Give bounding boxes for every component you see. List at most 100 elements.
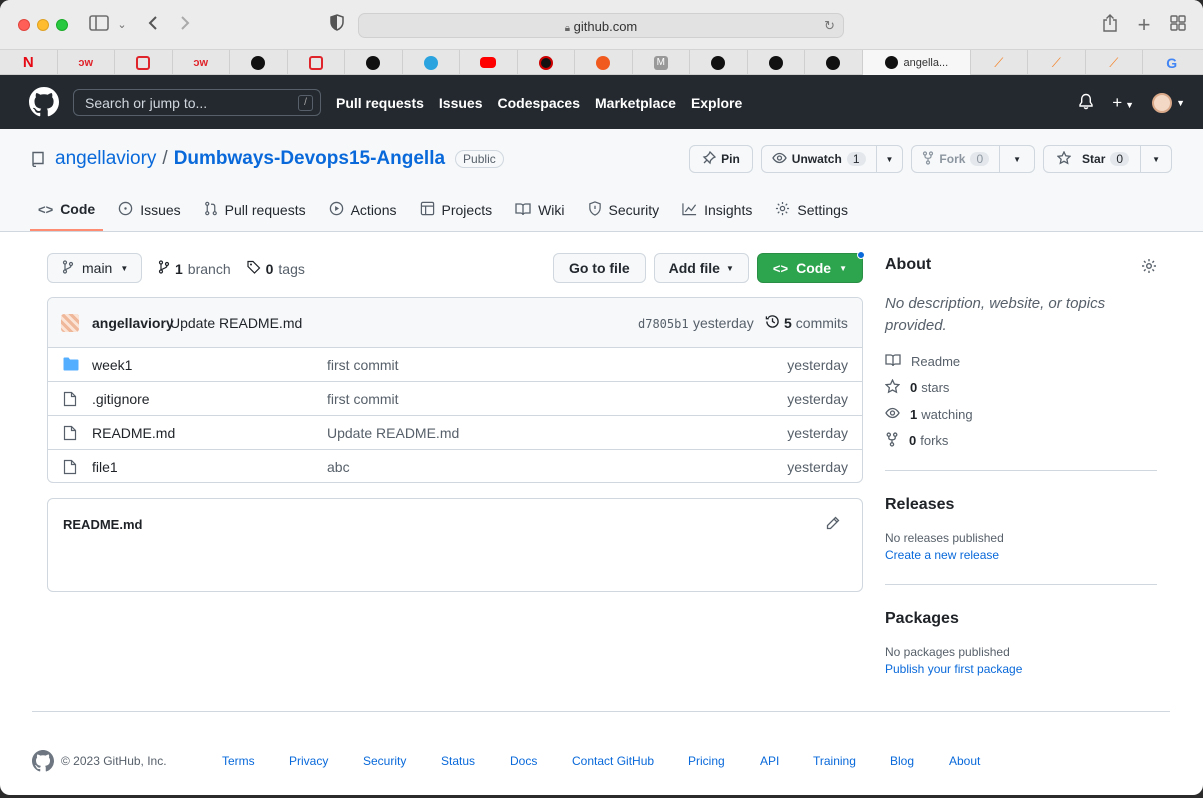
back-button[interactable] (144, 14, 162, 36)
code-button[interactable]: <> Code ▼ (756, 251, 865, 283)
tab-stackoverflow-2[interactable]: ⟋ (1028, 50, 1086, 75)
star-button[interactable]: Star 0 ▼ (1043, 145, 1172, 173)
create-new-dropdown[interactable]: + ▼ (1112, 93, 1134, 113)
readme-title[interactable]: README.md (63, 517, 142, 532)
branch-selector-button[interactable]: main ▼ (47, 253, 142, 283)
footer-link-docs[interactable]: Docs (510, 754, 537, 768)
tab-dev[interactable] (115, 50, 173, 75)
watch-dropdown[interactable]: ▼ (875, 146, 903, 172)
releases-heading[interactable]: Releases (885, 496, 1157, 514)
file-name[interactable]: week1 (92, 357, 132, 373)
file-name[interactable]: README.md (92, 425, 175, 441)
tab-issues[interactable]: Issues (110, 191, 188, 231)
file-commit-message[interactable]: first commit (327, 357, 399, 373)
footer-link-api[interactable]: API (760, 754, 779, 768)
repo-name-link[interactable]: Dumbways-Devops15-Angella (174, 148, 445, 170)
forks-link[interactable]: 0 forks (885, 428, 1157, 455)
footer-link-terms[interactable]: Terms (222, 754, 255, 768)
footer-link-pricing[interactable]: Pricing (688, 754, 725, 768)
watching-link[interactable]: 1 watching (885, 401, 1157, 428)
privacy-shield-icon[interactable] (328, 14, 346, 36)
tab-insights[interactable]: Insights (674, 191, 760, 231)
tab-m[interactable]: M (633, 50, 690, 75)
commit-sha[interactable]: d7805b1 (638, 317, 689, 331)
tab-github-4[interactable] (748, 50, 805, 75)
tab-dumbways-2[interactable]: ɔw (173, 50, 230, 75)
chevron-down-icon[interactable]: ⌄ (116, 14, 128, 36)
new-tab-icon[interactable]: + (1134, 14, 1154, 36)
fork-button[interactable]: Fork 0 ▼ (911, 145, 1036, 173)
tab-projects[interactable]: Projects (412, 191, 501, 231)
nav-issues[interactable]: Issues (439, 95, 483, 111)
tab-google[interactable]: G (1143, 50, 1201, 75)
nav-pull-requests[interactable]: Pull requests (336, 95, 424, 111)
file-name[interactable]: file1 (92, 459, 118, 475)
stars-link[interactable]: 0 stars (884, 375, 1157, 402)
file-row[interactable]: file1 abc yesterday (48, 450, 862, 482)
tab-wiki[interactable]: Wiki (507, 191, 572, 231)
sidebar-toggle-icon[interactable] (88, 14, 110, 36)
tab-overview-icon[interactable] (1168, 14, 1188, 36)
fork-dropdown[interactable]: ▼ (999, 146, 1034, 172)
tab-dots[interactable] (575, 50, 633, 75)
add-file-button[interactable]: Add file ▼ (653, 253, 749, 283)
tab-stackoverflow-3[interactable]: ⟋ (1086, 50, 1143, 75)
tab-dumbways[interactable]: ɔw (58, 50, 115, 75)
star-dropdown[interactable]: ▼ (1140, 146, 1171, 172)
repo-owner-link[interactable]: angellaviory (55, 148, 156, 170)
file-commit-message[interactable]: abc (327, 459, 350, 475)
readme-link[interactable]: Readme (885, 348, 1157, 375)
github-logo-icon[interactable] (29, 87, 59, 117)
commit-message[interactable]: Update README.md (170, 315, 302, 331)
nav-marketplace[interactable]: Marketplace (595, 95, 676, 111)
address-bar[interactable]: 🔒︎ github.com ↻ (358, 13, 844, 38)
file-row[interactable]: week1 first commit yesterday (48, 348, 862, 382)
nav-explore[interactable]: Explore (691, 95, 742, 111)
bell-icon[interactable] (1078, 93, 1094, 113)
tab-youtube[interactable] (460, 50, 518, 75)
close-window-button[interactable] (18, 19, 30, 31)
packages-heading[interactable]: Packages (885, 610, 1157, 628)
github-logo-icon[interactable] (32, 750, 54, 775)
go-to-file-button[interactable]: Go to file (552, 253, 646, 283)
tab-github-3[interactable] (690, 50, 748, 75)
footer-link-security[interactable]: Security (363, 754, 406, 768)
create-release-link[interactable]: Create a new release (885, 548, 1157, 562)
tab-telegram[interactable] (403, 50, 460, 75)
footer-link-contact[interactable]: Contact GitHub (572, 754, 654, 768)
reload-icon[interactable]: ↻ (824, 18, 835, 34)
footer-link-blog[interactable]: Blog (890, 754, 914, 768)
tab-github-2[interactable] (345, 50, 403, 75)
file-commit-message[interactable]: Update README.md (327, 425, 459, 441)
branches-link[interactable]: 1 branch (158, 260, 231, 277)
share-icon[interactable] (1100, 14, 1120, 36)
file-row[interactable]: README.md Update README.md yesterday (48, 416, 862, 450)
file-commit-message[interactable]: first commit (327, 391, 399, 407)
footer-link-about[interactable]: About (949, 754, 980, 768)
zoom-window-button[interactable] (56, 19, 68, 31)
file-name[interactable]: .gitignore (92, 391, 150, 407)
tab-dev-2[interactable] (288, 50, 345, 75)
forward-button[interactable] (176, 14, 194, 36)
nav-codespaces[interactable]: Codespaces (498, 95, 580, 111)
tab-github[interactable] (230, 50, 288, 75)
footer-link-privacy[interactable]: Privacy (289, 754, 328, 768)
tab-active[interactable]: angella... (862, 50, 971, 75)
avatar-dropdown[interactable]: ▼ (1152, 93, 1185, 113)
pencil-icon[interactable] (826, 516, 840, 533)
tab-actions[interactable]: Actions (321, 191, 405, 231)
unwatch-button[interactable]: Unwatch 1 ▼ (760, 145, 904, 173)
gear-icon[interactable] (1141, 258, 1157, 277)
pin-button[interactable]: Pin (689, 145, 753, 173)
tab-pull-requests[interactable]: Pull requests (196, 191, 314, 231)
tab-stackoverflow[interactable]: ⟋ (971, 50, 1028, 75)
tab-security[interactable]: Security (580, 191, 668, 231)
commit-author[interactable]: angellaviory (92, 315, 174, 331)
commits-link[interactable]: 5 commits (765, 314, 848, 332)
file-row[interactable]: .gitignore first commit yesterday (48, 382, 862, 416)
publish-package-link[interactable]: Publish your first package (885, 662, 1157, 676)
footer-link-status[interactable]: Status (441, 754, 475, 768)
tab-code[interactable]: <> Code (30, 191, 104, 231)
tab-zlib[interactable] (518, 50, 575, 75)
tab-github-5[interactable] (805, 50, 863, 75)
